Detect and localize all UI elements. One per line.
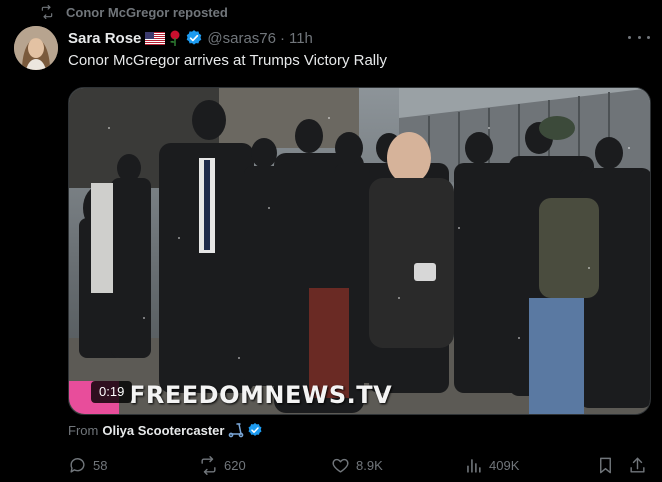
- avatar-image: [14, 26, 58, 70]
- tweet-text: Conor McGregor arrives at Trumps Victory…: [68, 52, 387, 69]
- share-icon: [630, 457, 645, 473]
- separator-dot: ·: [279, 29, 285, 47]
- avatar[interactable]: [14, 26, 58, 70]
- bookmark-icon: [600, 457, 611, 473]
- media-attribution: From Oliya Scootercaster: [68, 421, 263, 439]
- like-count: 8.9K: [356, 457, 383, 473]
- repost-label: Conor McGregor reposted: [66, 4, 228, 20]
- reply-button[interactable]: 58: [68, 454, 107, 476]
- action-bar: 58 620 8.9K 409K: [68, 454, 651, 476]
- video-watermark: FREEDOMNEWS.TV: [129, 381, 393, 409]
- video-duration: 0:19: [91, 381, 133, 403]
- like-icon: [332, 458, 349, 473]
- timestamp[interactable]: 11h: [289, 30, 313, 47]
- repost-button[interactable]: 620: [199, 454, 246, 476]
- attribution-source[interactable]: Oliya Scootercaster: [102, 423, 224, 438]
- video-player[interactable]: FREEDOMNEWS.TV 0:19: [68, 87, 651, 415]
- author-handle[interactable]: @saras76: [207, 30, 276, 47]
- like-button[interactable]: 8.9K: [331, 454, 383, 476]
- verified-badge-icon: [187, 30, 202, 45]
- more-button[interactable]: [628, 28, 650, 46]
- tweet-header: Sara Rose @saras76 · 11h: [68, 28, 313, 48]
- repost-indicator[interactable]: Conor McGregor reposted: [40, 4, 228, 20]
- repost-count: 620: [224, 457, 246, 473]
- views-count: 409K: [489, 457, 520, 473]
- author-name[interactable]: Sara Rose: [68, 30, 141, 47]
- reply-icon: [70, 457, 85, 473]
- verified-badge-icon: [249, 423, 262, 436]
- kick-scooter-icon: [229, 423, 244, 438]
- bookmark-button[interactable]: [596, 454, 615, 476]
- views-button[interactable]: 409K: [464, 454, 519, 476]
- us-flag-icon: [145, 31, 166, 45]
- repost-icon: [201, 455, 216, 475]
- attribution-label: From: [68, 422, 99, 438]
- reply-count: 58: [93, 457, 108, 473]
- share-button[interactable]: [628, 454, 647, 476]
- views-icon: [467, 458, 481, 473]
- repost-icon: [41, 5, 53, 19]
- rose-icon: [170, 30, 180, 46]
- more-icon: [628, 35, 631, 39]
- video-frame: [69, 88, 650, 414]
